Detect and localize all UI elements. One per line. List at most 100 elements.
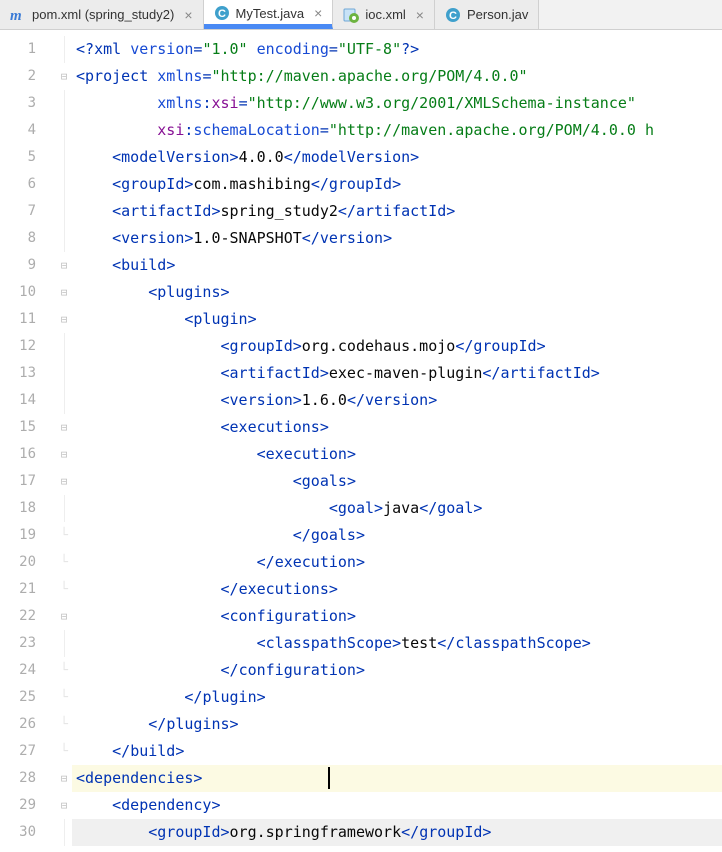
line-number[interactable]: 3 <box>0 90 56 117</box>
line-number[interactable]: 4 <box>0 117 56 144</box>
code-line[interactable]: <groupId>com.mashibing</groupId> <box>72 171 722 198</box>
line-number[interactable]: 25 <box>0 684 56 711</box>
fold-marker <box>56 171 72 198</box>
line-number[interactable]: 28 <box>0 765 56 792</box>
fold-marker[interactable]: └ <box>56 549 72 576</box>
line-number[interactable]: 21 <box>0 576 56 603</box>
line-number[interactable]: 14 <box>0 387 56 414</box>
line-number[interactable]: 10 <box>0 279 56 306</box>
tab-label: ioc.xml <box>365 7 405 22</box>
code-line[interactable]: <configuration> <box>72 603 722 630</box>
line-number[interactable]: 11 <box>0 306 56 333</box>
code-line[interactable]: <plugin> <box>72 306 722 333</box>
fold-marker[interactable]: └ <box>56 657 72 684</box>
fold-marker <box>56 387 72 414</box>
code-line[interactable]: <executions> <box>72 414 722 441</box>
line-number[interactable]: 27 <box>0 738 56 765</box>
close-icon[interactable]: × <box>314 5 322 21</box>
close-icon[interactable]: × <box>184 7 192 23</box>
editor-tabs: mpom.xml (spring_study2)×CMyTest.java×io… <box>0 0 722 30</box>
tab-1[interactable]: CMyTest.java× <box>204 0 334 29</box>
fold-marker[interactable]: ⊟ <box>56 252 72 279</box>
fold-marker[interactable]: └ <box>56 576 72 603</box>
fold-marker <box>56 117 72 144</box>
line-number[interactable]: 16 <box>0 441 56 468</box>
code-line[interactable]: <artifactId>exec-maven-plugin</artifactI… <box>72 360 722 387</box>
line-number[interactable]: 24 <box>0 657 56 684</box>
line-number[interactable]: 18 <box>0 495 56 522</box>
fold-marker[interactable]: └ <box>56 711 72 738</box>
fold-marker[interactable]: └ <box>56 738 72 765</box>
fold-marker[interactable]: └ <box>56 522 72 549</box>
code-line[interactable]: </execution> <box>72 549 722 576</box>
fold-column: ⊟⊟⊟⊟⊟⊟⊟└└└⊟└└└└⊟⊟ <box>56 30 72 852</box>
maven-icon: m <box>10 7 26 23</box>
fold-marker <box>56 225 72 252</box>
code-line[interactable]: <groupId>org.codehaus.mojo</groupId> <box>72 333 722 360</box>
fold-marker <box>56 495 72 522</box>
fold-marker[interactable]: ⊟ <box>56 441 72 468</box>
fold-marker[interactable]: └ <box>56 684 72 711</box>
line-number[interactable]: 26 <box>0 711 56 738</box>
code-line[interactable]: <version>1.6.0</version> <box>72 387 722 414</box>
code-line[interactable]: <goal>java</goal> <box>72 495 722 522</box>
close-icon[interactable]: × <box>416 7 424 23</box>
code-line[interactable]: <dependencies> <box>72 765 722 792</box>
line-number[interactable]: 7 <box>0 198 56 225</box>
line-number[interactable]: 1 <box>0 36 56 63</box>
svg-text:C: C <box>449 10 457 22</box>
line-number[interactable]: 15 <box>0 414 56 441</box>
code-line[interactable]: <dependency> <box>72 792 722 819</box>
line-number[interactable]: 20 <box>0 549 56 576</box>
code-line[interactable]: </configuration> <box>72 657 722 684</box>
tab-label: Person.jav <box>467 7 528 22</box>
line-number[interactable]: 30 <box>0 819 56 846</box>
line-number-gutter: 1234567891011121314151617181920212223242… <box>0 30 56 852</box>
line-number[interactable]: 2 <box>0 63 56 90</box>
code-line[interactable]: xmlns:xsi="http://www.w3.org/2001/XMLSch… <box>72 90 722 117</box>
line-number[interactable]: 5 <box>0 144 56 171</box>
tab-0[interactable]: mpom.xml (spring_study2)× <box>0 0 204 29</box>
code-line[interactable]: <plugins> <box>72 279 722 306</box>
code-line[interactable]: <build> <box>72 252 722 279</box>
code-line[interactable]: </executions> <box>72 576 722 603</box>
fold-marker[interactable]: ⊟ <box>56 765 72 792</box>
tab-2[interactable]: ioc.xml × <box>333 0 435 29</box>
text-caret <box>328 767 330 789</box>
line-number[interactable]: 19 <box>0 522 56 549</box>
code-line[interactable]: </goals> <box>72 522 722 549</box>
tab-3[interactable]: C Person.jav <box>435 0 539 29</box>
code-line[interactable]: <goals> <box>72 468 722 495</box>
code-line[interactable]: <modelVersion>4.0.0</modelVersion> <box>72 144 722 171</box>
line-number[interactable]: 12 <box>0 333 56 360</box>
line-number[interactable]: 17 <box>0 468 56 495</box>
fold-marker[interactable]: ⊟ <box>56 306 72 333</box>
fold-marker[interactable]: ⊟ <box>56 792 72 819</box>
code-line[interactable]: xsi:schemaLocation="http://maven.apache.… <box>72 117 722 144</box>
line-number[interactable]: 6 <box>0 171 56 198</box>
line-number[interactable]: 29 <box>0 792 56 819</box>
line-number[interactable]: 13 <box>0 360 56 387</box>
code-content[interactable]: <?xml version="1.0" encoding="UTF-8"?><p… <box>72 30 722 852</box>
line-number[interactable]: 9 <box>0 252 56 279</box>
code-line[interactable]: </build> <box>72 738 722 765</box>
code-line[interactable]: <classpathScope>test</classpathScope> <box>72 630 722 657</box>
tab-label: MyTest.java <box>236 6 305 21</box>
fold-marker[interactable]: ⊟ <box>56 468 72 495</box>
code-line[interactable]: <artifactId>spring_study2</artifactId> <box>72 198 722 225</box>
code-line[interactable]: <version>1.0-SNAPSHOT</version> <box>72 225 722 252</box>
code-line[interactable]: <project xmlns="http://maven.apache.org/… <box>72 63 722 90</box>
line-number[interactable]: 22 <box>0 603 56 630</box>
code-line[interactable]: <execution> <box>72 441 722 468</box>
line-number[interactable]: 23 <box>0 630 56 657</box>
line-number[interactable]: 8 <box>0 225 56 252</box>
code-line[interactable]: </plugins> <box>72 711 722 738</box>
fold-marker[interactable]: ⊟ <box>56 63 72 90</box>
fold-marker <box>56 819 72 846</box>
code-line[interactable]: <?xml version="1.0" encoding="UTF-8"?> <box>72 36 722 63</box>
code-line[interactable]: <groupId>org.springframework</groupId> <box>72 819 722 846</box>
fold-marker[interactable]: ⊟ <box>56 279 72 306</box>
fold-marker[interactable]: ⊟ <box>56 414 72 441</box>
code-line[interactable]: </plugin> <box>72 684 722 711</box>
fold-marker[interactable]: ⊟ <box>56 603 72 630</box>
